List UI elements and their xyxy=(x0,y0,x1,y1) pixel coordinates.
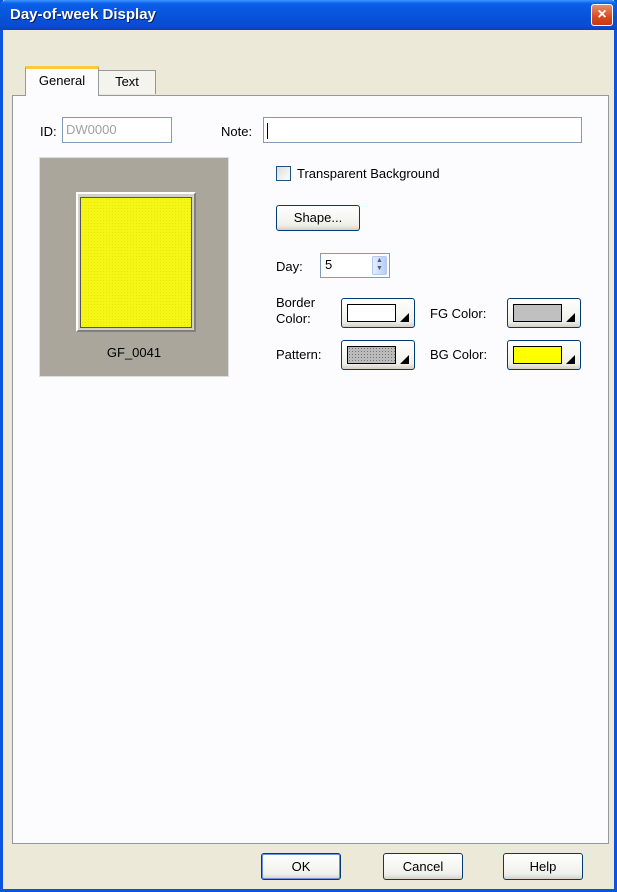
tab-general[interactable]: General xyxy=(25,66,99,96)
border-color-label-line2: Color: xyxy=(276,311,311,326)
day-label: Day: xyxy=(276,259,303,274)
transparent-background-label[interactable]: Transparent Background xyxy=(297,166,440,181)
border-color-label-line1: Border xyxy=(276,295,316,310)
help-button[interactable]: Help xyxy=(503,853,583,880)
dropdown-arrow-icon xyxy=(400,313,409,322)
text-cursor xyxy=(267,122,268,139)
close-icon[interactable]: × xyxy=(591,4,613,26)
bg-color-swatch xyxy=(513,346,562,364)
transparent-background-checkbox[interactable] xyxy=(276,166,291,181)
border-color-label: Border Color: xyxy=(276,295,315,327)
title-bar[interactable]: Day-of-week Display × xyxy=(0,0,617,30)
preview-frame xyxy=(76,192,196,332)
day-value: 5 xyxy=(325,257,333,272)
border-color-picker[interactable] xyxy=(341,298,415,328)
dialog-window: Day-of-week Display × General Text ID: D… xyxy=(0,0,617,892)
dropdown-arrow-icon xyxy=(566,313,575,322)
preview-caption: GF_0041 xyxy=(106,345,162,360)
window-title: Day-of-week Display xyxy=(10,6,156,23)
spinner-arrows-icon[interactable]: ▲ ▼ xyxy=(372,256,387,275)
border-color-swatch xyxy=(347,304,396,322)
pattern-label: Pattern: xyxy=(276,347,322,362)
cancel-button[interactable]: Cancel xyxy=(383,853,463,880)
note-field[interactable] xyxy=(263,117,582,143)
pattern-picker[interactable] xyxy=(341,340,415,370)
id-label: ID: xyxy=(40,124,57,139)
preview-swatch xyxy=(80,197,192,328)
fg-color-swatch xyxy=(513,304,562,322)
tab-text[interactable]: Text xyxy=(98,70,156,94)
tab-general-label: General xyxy=(38,73,86,88)
bg-color-label: BG Color: xyxy=(430,347,488,362)
fg-color-picker[interactable] xyxy=(507,298,581,328)
tab-text-label: Text xyxy=(115,74,139,89)
ok-button[interactable]: OK xyxy=(261,853,341,880)
bg-color-picker[interactable] xyxy=(507,340,581,370)
note-label: Note: xyxy=(221,124,253,139)
pattern-swatch xyxy=(347,346,396,364)
day-spinner[interactable]: 5 ▲ ▼ xyxy=(320,253,390,278)
id-field: DW0000 xyxy=(62,117,172,143)
shape-preview: GF_0041 xyxy=(39,157,229,377)
dropdown-arrow-icon xyxy=(566,355,575,364)
dropdown-arrow-icon xyxy=(400,355,409,364)
shape-button[interactable]: Shape... xyxy=(276,205,360,231)
fg-color-label: FG Color: xyxy=(430,306,487,321)
